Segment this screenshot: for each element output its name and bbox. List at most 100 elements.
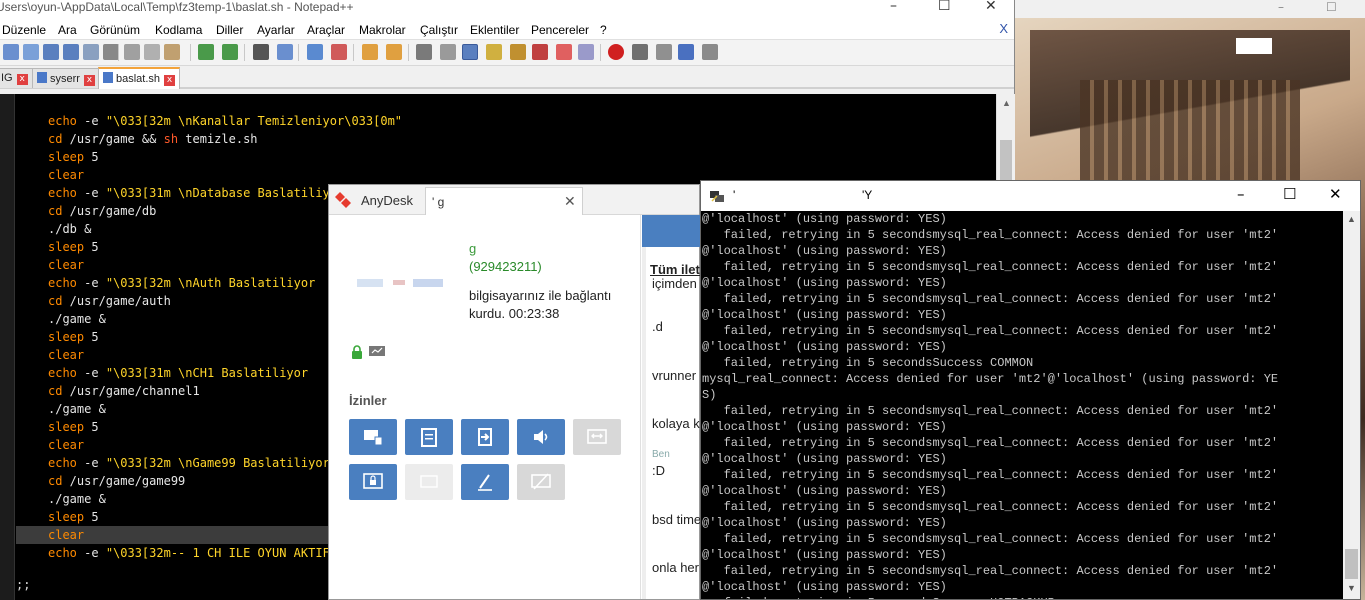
stop-macro-icon[interactable] [632, 44, 648, 60]
chat-header[interactable]: Tüm ileti [650, 262, 703, 277]
menu-language[interactable]: Diller [216, 23, 243, 37]
bg-maximize-icon[interactable]: ☐ [1326, 0, 1337, 14]
tab-syserr[interactable]: syserr x [32, 68, 100, 88]
terminal-line: failed, retrying in 5 secondsSuccess HOT… [701, 595, 1343, 599]
function-list-icon[interactable] [532, 44, 548, 60]
clipboard-icon [421, 428, 437, 447]
privacy-permission[interactable] [517, 464, 565, 500]
code-token: "\033[32m \nGame99 Baslatiliyor [105, 456, 330, 470]
clipboard-permission[interactable] [405, 419, 453, 455]
zoom-in-icon[interactable] [307, 44, 323, 60]
menu-encoding[interactable]: Kodlama [155, 23, 202, 37]
file-transfer-permission[interactable] [461, 419, 509, 455]
maximize-icon[interactable]: ☐ [1283, 185, 1296, 203]
maximize-icon[interactable]: ☐ [938, 0, 951, 14]
scrollbar-thumb[interactable] [1345, 549, 1358, 579]
play-macro-icon[interactable] [656, 44, 672, 60]
menu-macro[interactable]: Makrolar [359, 23, 406, 37]
close-icon[interactable]: ✕ [1329, 185, 1342, 203]
menu-run[interactable]: Çalıştır [420, 23, 458, 37]
terminal-window: ' 'Y – ☐ ✕ @'localhost' (using password:… [700, 180, 1361, 600]
close-icon[interactable]: ✕ [985, 0, 997, 14]
play-multiple-icon[interactable] [678, 44, 694, 60]
zoom-out-icon[interactable] [331, 44, 347, 60]
minimize-icon[interactable]: – [1237, 185, 1245, 203]
code-token: sleep [48, 420, 85, 434]
menu-settings[interactable]: Ayarlar [257, 23, 295, 37]
chat-divider [640, 215, 641, 599]
code-token: echo [48, 114, 77, 128]
code-token: 5 [84, 330, 99, 344]
code-line: sleep 5 [16, 148, 996, 166]
putty-icon [710, 191, 724, 202]
folder-workspace-icon[interactable] [556, 44, 572, 60]
session-tab[interactable]: ' g ✕ [425, 187, 583, 215]
sound-permission[interactable] [517, 419, 565, 455]
lock-screen-permission[interactable] [349, 464, 397, 500]
code-token: sleep [48, 240, 85, 254]
tab-close-icon[interactable]: x [164, 75, 176, 86]
tab-baslat[interactable]: baslat.sh x [98, 67, 181, 89]
word-wrap-icon[interactable] [416, 44, 432, 60]
save-macro-icon[interactable] [702, 44, 718, 60]
menu-plugins[interactable]: Eklentiler [470, 23, 519, 37]
terminal-output[interactable]: @'localhost' (using password: YES) faile… [701, 211, 1343, 599]
control-permission[interactable] [573, 419, 621, 455]
code-token: ./db & [48, 222, 92, 236]
show-all-chars-icon[interactable] [440, 44, 456, 60]
menu-view[interactable]: Görünüm [90, 23, 140, 37]
terminal-line: @'localhost' (using password: YES) [702, 420, 947, 434]
code-token: echo [48, 276, 77, 290]
restart-permission[interactable] [405, 464, 453, 500]
cut-icon[interactable] [124, 44, 140, 60]
code-token: -e [76, 546, 106, 560]
chat-scrollbar[interactable] [642, 247, 646, 599]
udl-icon[interactable] [486, 44, 502, 60]
open-file-icon[interactable] [23, 44, 39, 60]
bg-minimize-icon[interactable]: – [1278, 0, 1284, 14]
keyboard-mouse-permission[interactable] [349, 419, 397, 455]
scroll-down-icon[interactable]: ▼ [1347, 583, 1356, 593]
code-token: -e [76, 276, 106, 290]
code-token: -e [76, 366, 106, 380]
save-icon[interactable] [43, 44, 59, 60]
menu-help[interactable]: ? [600, 23, 607, 37]
replace-icon[interactable] [277, 44, 293, 60]
undo-icon[interactable] [198, 44, 214, 60]
draw-permission[interactable] [461, 464, 509, 500]
toolbar-separator [298, 44, 299, 61]
code-token: 5 [84, 420, 99, 434]
monitoring-icon[interactable] [578, 44, 594, 60]
doc-map-icon[interactable] [510, 44, 526, 60]
terminal-line: failed, retrying in 5 secondsmysql_real_… [702, 500, 1279, 514]
restart-icon [420, 475, 438, 488]
redo-icon[interactable] [222, 44, 238, 60]
paste-icon[interactable] [164, 44, 180, 60]
save-all-icon[interactable] [63, 44, 79, 60]
sync-v-icon[interactable] [362, 44, 378, 60]
close-file-icon[interactable] [83, 44, 99, 60]
menu-window[interactable]: Pencereler [531, 23, 589, 37]
record-macro-icon[interactable] [608, 44, 624, 60]
menu-search[interactable]: Ara [58, 23, 77, 37]
doc-close-icon[interactable]: X [999, 21, 1008, 36]
new-file-icon[interactable] [3, 44, 19, 60]
scroll-up-icon[interactable]: ▲ [1347, 214, 1356, 224]
code-token: temizle.sh [178, 132, 258, 146]
tab-close-icon[interactable]: x [16, 74, 28, 85]
print-icon[interactable] [103, 44, 119, 60]
tab-ig[interactable]: IG x [0, 68, 33, 88]
avatar [353, 265, 449, 301]
scroll-up-icon[interactable]: ▲ [1002, 98, 1011, 108]
menu-tools[interactable]: Araçlar [307, 23, 345, 37]
minimize-icon[interactable]: – [890, 0, 897, 14]
indent-guide-icon[interactable] [462, 44, 478, 60]
sync-h-icon[interactable] [386, 44, 402, 60]
menu-edit[interactable]: Düzenle [2, 23, 46, 37]
close-icon[interactable]: ✕ [564, 193, 576, 210]
find-icon[interactable] [253, 44, 269, 60]
tab-close-icon[interactable]: x [83, 75, 95, 86]
copy-icon[interactable] [144, 44, 160, 60]
code-token: "\033[31m \nCH1 Baslatiliyor [105, 366, 309, 380]
terminal-scrollbar[interactable]: ▲ ▼ [1343, 211, 1360, 599]
